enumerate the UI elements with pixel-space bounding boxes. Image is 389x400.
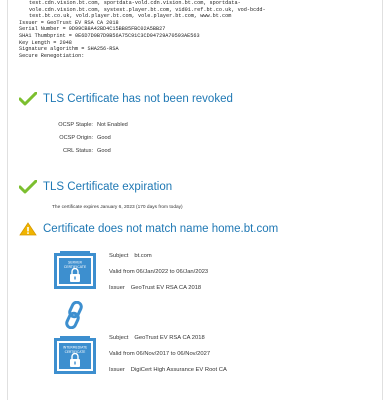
cert-issuer-line: Issuer = GeoTrust EV RSA CA 2018: [19, 19, 119, 26]
row-key: OCSP Staple:: [58, 121, 93, 128]
validity-row: Valid from 06/Jan/2022 to 06/Jan/2023: [109, 264, 208, 280]
revocation-title: TLS Certificate has not been revoked: [43, 93, 233, 105]
chain-link-icon: [65, 301, 83, 329]
issuer-label: Issuer: [109, 285, 125, 291]
validity-value: Valid from 06/Jan/2022 to 06/Jan/2023: [109, 269, 209, 275]
right-border: [382, 0, 383, 400]
checkmark-icon: [19, 92, 37, 106]
intermediate-certificate: INTERMEDIATE CERTIFICATE Subject GeoTrus…: [52, 334, 372, 384]
cert-sigalg-line: Signature algorithm = SHA256-RSA: [19, 46, 119, 53]
row-value: Good: [97, 134, 111, 141]
cert-line: test.bt.co.uk, vold.player.bt.com, vole.…: [29, 13, 232, 20]
subject-row: Subject GeoTrust EV RSA CA 2018: [109, 330, 227, 346]
issuer-row: Issuer GeoTrust EV RSA CA 2018: [109, 280, 208, 296]
issuer-label: Issuer: [109, 367, 125, 373]
warning-icon: [19, 222, 37, 236]
badge-line1: SERVER: [68, 261, 83, 265]
cert-renegotiation-line: Secure Renegotiation:: [19, 52, 85, 59]
intermediate-certificate-badge-icon: INTERMEDIATE CERTIFICATE: [54, 336, 96, 374]
raw-certificate-details: test.cdn.vision.bt.com, sportdata-vold.c…: [19, 0, 379, 59]
validity-row: Valid from 06/Nov/2017 to 06/Nov/2027: [109, 346, 227, 362]
server-certificate: SERVER CERTIFICATE Subject bt.com Valid …: [52, 249, 352, 299]
validity-value: Valid from 06/Nov/2017 to 06/Nov/2027: [109, 351, 211, 357]
server-certificate-info: Subject bt.com Valid from 06/Jan/2022 to…: [109, 248, 208, 296]
issuer-value: GeoTrust EV RSA CA 2018: [130, 285, 202, 291]
expiration-heading: TLS Certificate expiration: [19, 180, 172, 194]
server-certificate-badge-icon: SERVER CERTIFICATE: [54, 251, 96, 289]
row-key: OCSP Origin:: [59, 134, 93, 141]
report-panel: test.cdn.vision.bt.com, sportdata-vold.c…: [0, 0, 389, 400]
left-border: [7, 0, 8, 400]
expiration-title: TLS Certificate expiration: [43, 181, 173, 193]
crl-status-row: CRL Status: Good: [51, 144, 128, 157]
name-mismatch-title: Certificate does not match name home.bt.…: [43, 223, 279, 235]
cert-thumbprint-line: SHA1 Thumbprint = 0E6D7D0B7D9B56A75C91C3…: [19, 32, 200, 39]
badge-line1: INTERMEDIATE: [63, 346, 87, 350]
intermediate-certificate-info: Subject GeoTrust EV RSA CA 2018 Valid fr…: [109, 330, 227, 378]
subject-label: Subject: [109, 335, 129, 341]
subject-value: bt.com: [134, 253, 152, 259]
expiration-note: The certificate expires January 6, 2023 …: [52, 205, 183, 210]
issuer-row: Issuer DigiCert High Assurance EV Root C…: [109, 362, 227, 378]
row-value: Not Enabled: [97, 121, 128, 128]
revocation-heading: TLS Certificate has not been revoked: [19, 92, 233, 106]
cert-line: test.cdn.vision.bt.com, sportdata-vold.c…: [29, 0, 241, 6]
subject-label: Subject: [109, 253, 129, 259]
name-mismatch-heading: Certificate does not match name home.bt.…: [19, 222, 278, 236]
row-key: CRL Status:: [63, 147, 93, 154]
cert-serial-line: Serial Number = 0D99CB8A42BD4C15BB85FBC0…: [19, 26, 166, 33]
ocsp-staple-row: OCSP Staple: Not Enabled: [51, 118, 128, 131]
revocation-details: OCSP Staple: Not Enabled OCSP Origin: Go…: [51, 118, 128, 157]
issuer-value: DigiCert High Assurance EV Root CA: [130, 367, 227, 373]
subject-value: GeoTrust EV RSA CA 2018: [134, 335, 205, 341]
cert-keylength-line: Key Length = 2048: [19, 39, 72, 46]
ocsp-origin-row: OCSP Origin: Good: [51, 131, 128, 144]
cert-line: vole.cdn.vision.bt.com, systest.player.b…: [29, 6, 266, 13]
row-value: Good: [97, 147, 111, 154]
checkmark-icon: [19, 180, 37, 194]
subject-row: Subject bt.com: [109, 248, 208, 264]
